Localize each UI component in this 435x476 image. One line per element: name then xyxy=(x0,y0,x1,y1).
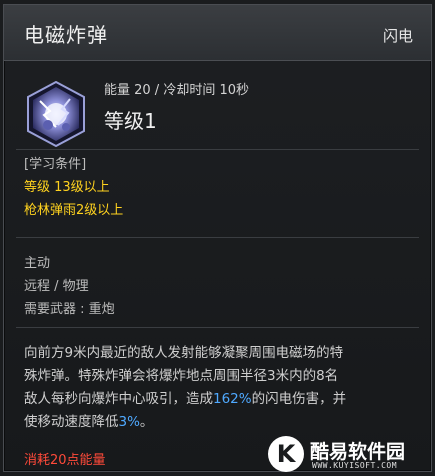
description-text: 使移动速度降低 xyxy=(24,414,119,430)
tooltip-header: 电磁炸弹 闪电 xyxy=(4,5,431,61)
required-weapon: 需要武器 : 重炮 xyxy=(24,302,115,317)
electro-bomb-skill-icon xyxy=(26,80,86,148)
skill-title: 电磁炸弹 xyxy=(24,23,108,47)
slow-percent: 3% xyxy=(118,414,140,430)
description-text: 敌人每秒向爆炸中心吸引，造成 xyxy=(24,391,213,407)
skill-level: 等级1 xyxy=(104,109,157,133)
watermark-url: WWW.KUYISOFT.COM xyxy=(312,461,398,470)
description-line: 向前方9米内最近的敌人发射能够凝聚周围电磁场的特 xyxy=(24,345,344,361)
description-text: 。 xyxy=(139,414,154,430)
watermark: K 酷易软件园 WWW.KUYISOFT.COM xyxy=(268,436,432,474)
requirements-section: [学习条件] 等级 13级以上 枪林弹雨2级以上 xyxy=(24,153,123,222)
skill-description: 向前方9米内最近的敌人发射能够凝聚周围电磁场的特 殊炸弹。特殊炸弹会将爆炸地点周… xyxy=(24,342,419,434)
damage-percent: 162% xyxy=(213,391,252,407)
divider xyxy=(16,327,419,328)
requirement-item: 枪林弹雨2级以上 xyxy=(24,203,124,218)
requirements-heading: [学习条件] xyxy=(24,157,87,172)
kuyisoft-logo: K xyxy=(268,436,304,472)
skill-damage-type: 远程 / 物理 xyxy=(24,279,89,294)
skill-tooltip: 电磁炸弹 闪电 能量 20 / 冷却时间 10秒 等级1 [学习条件] 等级 1… xyxy=(3,4,432,472)
attributes-section: 主动 远程 / 物理 需要武器 : 重炮 xyxy=(24,252,115,321)
watermark-name: 酷易软件园 xyxy=(310,441,406,463)
skill-energy-cooldown: 能量 20 / 冷却时间 10秒 xyxy=(104,83,249,98)
requirement-item: 等级 13级以上 xyxy=(24,180,110,195)
description-line: 敌人每秒向爆炸中心吸引，造成162%的闪电伤害，并 xyxy=(24,388,419,411)
description-line: 使移动速度降低3%。 xyxy=(24,411,419,434)
skill-category: 闪电 xyxy=(382,27,413,45)
energy-cost: 消耗20点能量 xyxy=(24,453,106,468)
skill-type: 主动 xyxy=(24,256,51,271)
description-line: 殊炸弹。特殊炸弹会将爆炸地点周围半径3米内的8名 xyxy=(24,368,339,384)
divider xyxy=(16,149,419,150)
divider xyxy=(16,237,419,238)
description-text: 的闪电伤害，并 xyxy=(251,391,347,407)
